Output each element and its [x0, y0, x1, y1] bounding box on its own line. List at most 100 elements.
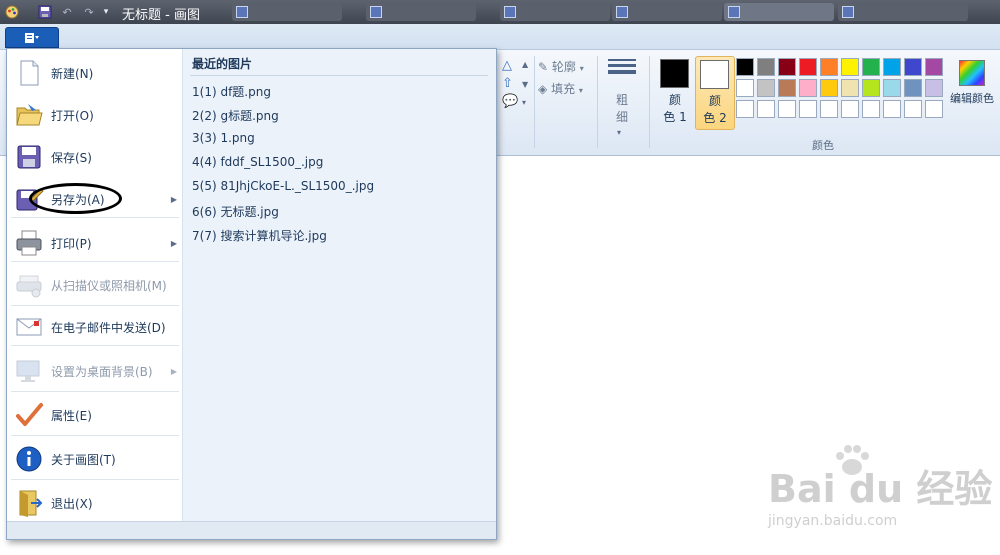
paint-app-icon[interactable] [3, 3, 21, 21]
color-palette [736, 58, 946, 120]
menu-separator [11, 435, 179, 436]
menu-separator [11, 305, 179, 306]
palette-color-swatch[interactable] [883, 100, 901, 118]
palette-color-swatch[interactable] [904, 58, 922, 76]
color-2-swatch [700, 60, 729, 89]
menu-item-label: 设置为桌面背景(B) [51, 364, 153, 379]
desktop-icon [14, 356, 44, 386]
redo-icon[interactable]: ↷ [80, 3, 98, 21]
menu-item-label: 关于画图(T) [51, 452, 116, 467]
palette-color-swatch[interactable] [736, 58, 754, 76]
file-menu-item[interactable]: 保存(S) [7, 137, 183, 177]
customize-quick-access-icon[interactable]: ▾ [100, 3, 112, 21]
palette-color-swatch[interactable] [883, 58, 901, 76]
recent-file-item[interactable]: 6(6) 无标题.jpg [192, 203, 279, 220]
color-2-button[interactable]: 颜 色 2 [695, 56, 735, 130]
undo-icon[interactable]: ↶ [58, 3, 76, 21]
taskbar-tab[interactable] [366, 3, 476, 21]
callout-shape-icon[interactable]: 💬 [502, 94, 518, 109]
palette-color-swatch[interactable] [820, 79, 838, 97]
palette-color-swatch[interactable] [925, 58, 943, 76]
file-menu-item[interactable]: 打印(P) ▶ [7, 223, 183, 263]
taskbar-tab[interactable] [838, 3, 968, 21]
palette-color-swatch[interactable] [862, 79, 880, 97]
color-2-label: 颜 色 2 [703, 94, 727, 125]
file-menu-item[interactable]: 新建(N) [7, 53, 183, 93]
recent-file-item[interactable]: 2(2) g标题.png [192, 107, 279, 124]
palette-color-swatch[interactable] [736, 100, 754, 118]
palette-color-swatch[interactable] [883, 79, 901, 97]
file-menu-item[interactable]: 打开(O) [7, 95, 183, 135]
palette-color-swatch[interactable] [862, 58, 880, 76]
gallery-more-icon[interactable]: ▾ [522, 98, 526, 107]
palette-color-swatch[interactable] [757, 100, 775, 118]
menu-separator [11, 217, 179, 218]
palette-color-swatch[interactable] [757, 58, 775, 76]
size-label: 粗 细 [615, 93, 628, 124]
menu-item-label: 新建(N) [51, 66, 94, 81]
recent-file-item[interactable]: 3(3) 1.png [192, 131, 255, 145]
palette-color-swatch[interactable] [820, 58, 838, 76]
quick-save-icon[interactable] [36, 3, 54, 21]
palette-color-swatch[interactable] [862, 100, 880, 118]
palette-color-swatch[interactable] [736, 79, 754, 97]
window-icon [504, 6, 516, 18]
palette-color-swatch[interactable] [841, 79, 859, 97]
recent-file-item[interactable]: 7(7) 搜索计算机导论.jpg [192, 227, 327, 244]
menu-separator [11, 479, 179, 480]
pen-outline-icon: ✎ [538, 60, 549, 74]
palette-color-swatch[interactable] [799, 79, 817, 97]
taskbar-tab[interactable] [724, 3, 834, 21]
palette-color-swatch[interactable] [778, 79, 796, 97]
title-bar: ↶ ↷ ▾ 无标题 - 画图 [0, 0, 1000, 24]
file-menu-footer [7, 521, 496, 539]
palette-color-swatch[interactable] [841, 58, 859, 76]
file-menu-item[interactable]: 属性(E) [7, 395, 183, 435]
recent-file-item[interactable]: 1(1) df题.png [192, 83, 271, 100]
edit-colors-button[interactable]: 编辑颜色 [948, 58, 996, 118]
file-menu-item[interactable]: 在电子邮件中发送(D) [7, 307, 183, 347]
palette-color-swatch[interactable] [904, 79, 922, 97]
color-1-button[interactable]: 颜 色 1 [655, 56, 695, 130]
menu-item-label: 从扫描仪或照相机(M) [51, 278, 167, 293]
file-menu-item[interactable]: 关于画图(T) [7, 439, 183, 479]
color-1-label: 颜 色 1 [663, 93, 687, 124]
menu-item-label: 打开(O) [51, 108, 94, 123]
taskbar-tab[interactable] [232, 3, 342, 21]
submenu-arrow-icon: ▶ [170, 238, 177, 248]
shapes-gallery[interactable]: △ ⇧ 💬 ▲ ▼ ▾ [500, 56, 532, 114]
palette-color-swatch[interactable] [841, 100, 859, 118]
recent-file-item[interactable]: 5(5) 81JhjCkoE-L._SL1500_.jpg [192, 179, 374, 193]
palette-color-swatch[interactable] [757, 79, 775, 97]
size-dropdown-icon[interactable]: ▾ [617, 128, 621, 137]
file-menu: 新建(N) 打开(O) 保存(S) 另存为(A) ▶ 打印(P) ▶ 从扫描仪或照相机(M) 在… [6, 48, 497, 540]
fill-button[interactable]: ◈ 填充 ▾ [538, 80, 583, 97]
recent-file-item[interactable]: 4(4) fddf_SL1500_.jpg [192, 155, 323, 169]
outline-button[interactable]: ✎ 轮廓 ▾ [538, 58, 584, 75]
window-icon [616, 6, 628, 18]
scroll-down-icon[interactable]: ▼ [522, 80, 528, 89]
palette-color-swatch[interactable] [778, 58, 796, 76]
ribbon-tab-strip [0, 24, 1000, 50]
taskbar-tab[interactable] [612, 3, 722, 21]
file-menu-item: 从扫描仪或照相机(M) [7, 265, 183, 305]
paint-bucket-icon: ◈ [538, 82, 548, 96]
dropdown-arrow-icon: ▾ [578, 86, 583, 95]
file-menu-button[interactable] [5, 27, 59, 48]
menu-icon [25, 32, 39, 43]
palette-color-swatch[interactable] [778, 100, 796, 118]
palette-color-swatch[interactable] [904, 100, 922, 118]
palette-color-swatch[interactable] [799, 100, 817, 118]
palette-color-swatch[interactable] [799, 58, 817, 76]
palette-color-swatch[interactable] [925, 79, 943, 97]
palette-color-swatch[interactable] [820, 100, 838, 118]
window-icon [370, 6, 382, 18]
palette-color-swatch[interactable] [925, 100, 943, 118]
scroll-up-icon[interactable]: ▲ [522, 60, 528, 69]
taskbar-tab[interactable] [500, 3, 610, 21]
menu-separator [11, 345, 179, 346]
triangle-shape-icon[interactable]: △ [502, 58, 512, 73]
arrow-shape-icon[interactable]: ⇧ [502, 76, 513, 91]
submenu-arrow-icon: ▶ [170, 194, 177, 204]
file-menu-item[interactable]: 退出(X) [7, 483, 183, 523]
